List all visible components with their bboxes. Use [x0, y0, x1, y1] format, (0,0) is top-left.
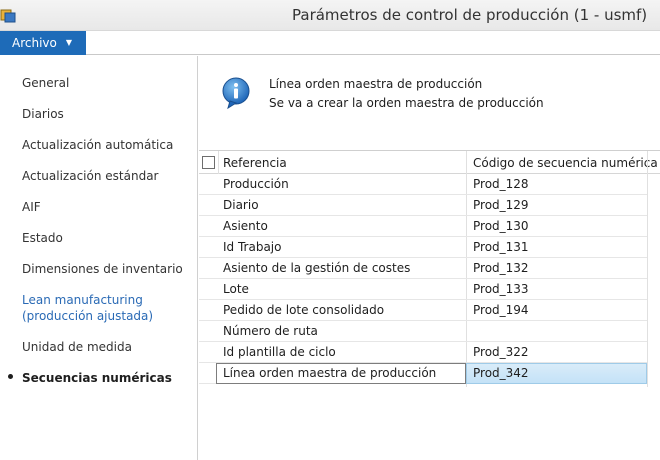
cell-reference: Id Trabajo	[223, 240, 282, 254]
cell-reference: Id plantilla de ciclo	[223, 345, 336, 359]
select-all-checkbox[interactable]	[202, 156, 215, 169]
file-menu-label: Archivo	[12, 36, 57, 50]
table-row[interactable]: Id plantilla de ciclo Prod_322	[199, 342, 647, 363]
sidebar-item-unidad-medida[interactable]: Unidad de medida	[22, 339, 132, 355]
table-row[interactable]: Lote Prod_133	[199, 279, 647, 300]
table-row[interactable]: Número de ruta	[199, 321, 647, 342]
column-divider	[647, 151, 648, 387]
cell-sequence-code[interactable]: Prod_130	[473, 219, 529, 233]
cell-reference: Lote	[223, 282, 249, 296]
sidebar-item-label-line1: Lean manufacturing	[22, 293, 143, 307]
cell-sequence-code[interactable]: Prod_322	[473, 345, 529, 359]
cell-sequence-code[interactable]: Prod_131	[473, 240, 529, 254]
sidebar-item-dimensiones-inventario[interactable]: Dimensiones de inventario	[22, 261, 183, 277]
sidebar-item-diarios[interactable]: Diarios	[22, 106, 64, 122]
table-row-selected[interactable]: Línea orden maestra de producción Prod_3…	[199, 363, 647, 384]
number-sequence-grid: Referencia Código de secuencia numérica …	[199, 150, 660, 460]
cell-reference: Número de ruta	[223, 324, 318, 338]
table-row[interactable]: Asiento Prod_130	[199, 216, 647, 237]
sidebar-item-label-line2: (producción ajustada)	[22, 309, 154, 323]
title-bar: Parámetros de control de producción (1 -…	[0, 0, 660, 31]
sidebar-item-general[interactable]: General	[22, 75, 69, 91]
table-row[interactable]: Asiento de la gestión de costes Prod_132	[199, 258, 647, 279]
grid-header: Referencia Código de secuencia numérica	[199, 151, 660, 174]
cell-sequence-code[interactable]: Prod_129	[473, 198, 529, 212]
info-icon	[219, 76, 253, 113]
window-title: Parámetros de control de producción (1 -…	[292, 6, 648, 24]
cell-sequence-code[interactable]: Prod_128	[473, 177, 529, 191]
active-bullet-icon	[8, 374, 13, 379]
main-content: Línea orden maestra de producción Se va …	[199, 56, 660, 460]
sidebar-item-actualizacion-estandar[interactable]: Actualización estándar	[22, 168, 158, 184]
sidebar-item-estado[interactable]: Estado	[22, 230, 63, 246]
sidebar-item-aif[interactable]: AIF	[22, 199, 41, 215]
cell-sequence-code[interactable]: Prod_132	[473, 261, 529, 275]
file-menu-button[interactable]: Archivo ▼	[0, 31, 86, 55]
cell-reference: Línea orden maestra de producción	[223, 366, 437, 380]
info-title: Línea orden maestra de producción	[269, 77, 483, 91]
cell-reference: Pedido de lote consolidado	[223, 303, 385, 317]
cell-sequence-code[interactable]: Prod_342	[473, 366, 529, 380]
sidebar-nav: General Diarios Actualización automática…	[0, 56, 198, 460]
cell-sequence-code[interactable]: Prod_194	[473, 303, 529, 317]
table-row[interactable]: Producción Prod_128	[199, 174, 647, 195]
sidebar-item-secuencias-numericas[interactable]: Secuencias numéricas	[22, 370, 172, 386]
cell-reference: Asiento de la gestión de costes	[223, 261, 411, 275]
ribbon-bar: Archivo ▼	[0, 31, 660, 55]
info-message: Se va a crear la orden maestra de produc…	[269, 96, 544, 110]
sidebar-item-lean-manufacturing[interactable]: Lean manufacturing (producción ajustada)	[22, 292, 153, 324]
sidebar-item-actualizacion-automatica[interactable]: Actualización automática	[22, 137, 173, 153]
table-row[interactable]: Id Trabajo Prod_131	[199, 237, 647, 258]
cell-sequence-code[interactable]: Prod_133	[473, 282, 529, 296]
table-row[interactable]: Pedido de lote consolidado Prod_194	[199, 300, 647, 321]
cell-reference: Producción	[223, 177, 289, 191]
column-header-reference[interactable]: Referencia	[223, 156, 287, 170]
cell-reference: Asiento	[223, 219, 268, 233]
table-row[interactable]: Diario Prod_129	[199, 195, 647, 216]
header-divider	[218, 151, 219, 174]
cell-reference: Diario	[223, 198, 259, 212]
chevron-down-icon: ▼	[65, 38, 73, 47]
column-header-sequence-code[interactable]: Código de secuencia numérica	[473, 156, 658, 170]
app-icon[interactable]	[0, 7, 16, 23]
